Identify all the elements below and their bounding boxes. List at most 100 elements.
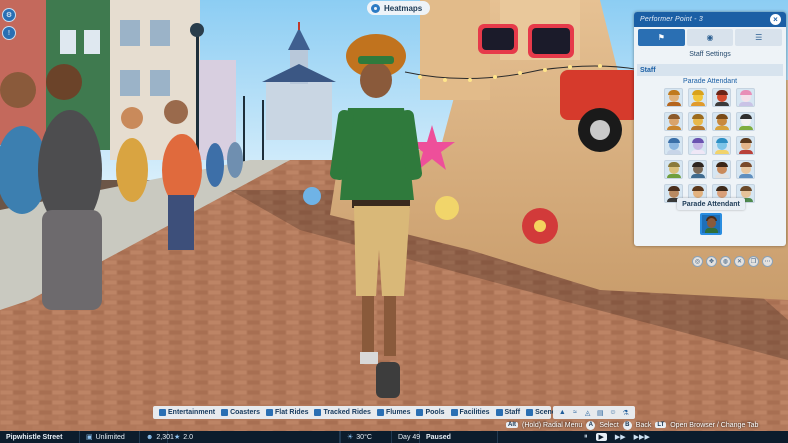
category-staff[interactable]: Staff — [493, 409, 524, 416]
browser-key-icon: LT — [655, 422, 667, 428]
tab-list[interactable]: ☰ — [735, 29, 783, 46]
category-label: Facilities — [459, 409, 490, 416]
move-icon[interactable]: ✥ — [706, 256, 717, 267]
portrait-hair — [668, 138, 680, 143]
staff-portrait[interactable] — [664, 136, 683, 155]
flat-rides-icon — [266, 409, 274, 416]
staff-portrait[interactable] — [736, 136, 755, 155]
staff-icon — [495, 409, 503, 416]
alt-key: Alt — [506, 422, 518, 428]
category-pools[interactable]: Pools — [413, 409, 447, 416]
category-facilities[interactable]: Facilities — [448, 409, 493, 416]
game-state: Paused — [420, 431, 498, 443]
money-display[interactable]: ▣ Unlimited — [80, 431, 140, 443]
alert-icon[interactable]: ! — [2, 26, 16, 40]
fastest-forward-icon[interactable]: ▶▶▶ — [634, 433, 650, 441]
category-flumes[interactable]: Flumes — [374, 409, 414, 416]
portrait-body — [715, 126, 729, 130]
staff-portrait[interactable] — [712, 88, 731, 107]
star-icon: ★ — [174, 434, 181, 441]
portrait-hair — [716, 162, 728, 167]
portrait-body — [739, 174, 753, 178]
coasters-icon — [221, 409, 229, 416]
staff-portrait[interactable] — [664, 112, 683, 131]
path-icon[interactable]: ◬ — [583, 409, 592, 417]
entertainment-icon — [159, 409, 166, 416]
portrait-hair — [692, 162, 704, 167]
park-rating[interactable]: ★ 2.0 — [168, 431, 340, 443]
research-icon[interactable]: ⚗ — [621, 409, 630, 417]
paint-icon[interactable]: ◍ — [720, 256, 731, 267]
guests-icon: ☻ — [146, 433, 154, 441]
category-label: Staff — [504, 409, 521, 416]
portrait-hair — [740, 186, 752, 191]
terrain-icon[interactable]: ▲ — [558, 409, 567, 417]
water-icon[interactable]: ≈ — [570, 409, 579, 417]
staff-settings-icon: ⚑ — [657, 33, 665, 42]
open-browser-hint: Open Browser / Change Tab — [670, 421, 759, 429]
portrait-body — [739, 102, 753, 106]
back-button-icon: B — [622, 420, 632, 430]
day-value: Day 49 — [398, 433, 421, 441]
staff-portrait[interactable] — [712, 160, 731, 179]
weather-display[interactable]: ☀ 30°C — [340, 431, 392, 443]
list-icon: ☰ — [755, 33, 763, 42]
portrait-body — [691, 126, 705, 130]
facilities-icon — [450, 409, 458, 416]
camera-icon[interactable]: ◎ — [692, 256, 703, 267]
fast-forward-icon[interactable]: ▶▶ — [615, 433, 626, 441]
category-flat-rides[interactable]: Flat Rides — [263, 409, 311, 416]
staff-portrait[interactable] — [712, 112, 731, 131]
parade-attendant-portrait[interactable] — [700, 213, 722, 235]
play-icon[interactable]: ▶ — [595, 433, 607, 441]
settings-icon[interactable]: ⚙ — [2, 8, 16, 22]
staff-portrait[interactable] — [688, 136, 707, 155]
finance-icon[interactable]: ▤ — [596, 409, 605, 417]
portrait-hair — [668, 90, 680, 95]
panel-header[interactable]: Performer Point - 3 × — [634, 12, 786, 27]
staff-portrait[interactable] — [664, 88, 683, 107]
portrait-body — [667, 150, 681, 154]
portrait-body — [715, 150, 729, 154]
category-label: Flumes — [385, 409, 411, 416]
staff-portrait[interactable] — [688, 160, 707, 179]
money-value: Unlimited — [95, 433, 125, 441]
tab-staff-settings[interactable]: ⚑ — [638, 29, 685, 46]
tracked-rides-icon — [314, 409, 322, 416]
tab-info[interactable]: ◉ — [686, 29, 734, 46]
staff-portrait[interactable] — [712, 136, 731, 155]
radial-menu-hint: (Hold) Radial Menu — [522, 421, 583, 429]
copy-icon[interactable]: ❐ — [748, 256, 759, 267]
category-label: Coasters — [230, 409, 261, 416]
pause-icon[interactable]: ⏸ — [584, 433, 588, 441]
category-label: Tracked Rides — [323, 409, 371, 416]
category-coasters[interactable]: Coasters — [218, 409, 263, 416]
heatmaps-button[interactable]: Heatmaps — [367, 1, 431, 15]
guests-display[interactable]: ☻ 2,301 — [140, 431, 174, 443]
guest-icon[interactable]: ☺ — [608, 409, 617, 417]
category-tracked-rides[interactable]: Tracked Rides — [311, 409, 373, 416]
staff-portrait[interactable] — [736, 88, 755, 107]
staff-portrait[interactable] — [736, 112, 755, 131]
staff-portrait[interactable] — [664, 160, 683, 179]
game-state-label: Paused — [426, 433, 451, 441]
pools-icon — [416, 409, 424, 416]
category-label: Flat Rides — [275, 409, 309, 416]
delete-icon[interactable]: ✕ — [734, 256, 745, 267]
staff-role-label: Parade Attendant — [682, 78, 738, 85]
object-mini-toolbar: ◎ ✥ ◍ ✕ ❐ ⋯ — [692, 256, 773, 267]
park-name[interactable]: Pipwhistle Street — [0, 431, 80, 443]
flumes-icon — [376, 409, 384, 416]
portrait-body — [667, 174, 681, 178]
category-entertainment[interactable]: Entertainment — [156, 409, 218, 416]
staff-portrait[interactable] — [688, 112, 707, 131]
staff-portrait[interactable] — [688, 88, 707, 107]
panel-subtitle: Staff Settings — [689, 51, 731, 58]
portrait-hair — [740, 162, 752, 167]
more-icon[interactable]: ⋯ — [762, 256, 773, 267]
portrait-tooltip: Parade Attendant — [677, 198, 745, 210]
close-button[interactable]: × — [770, 14, 781, 25]
portrait-body — [667, 126, 681, 130]
back-hint: Back — [635, 421, 652, 429]
staff-portrait[interactable] — [736, 160, 755, 179]
